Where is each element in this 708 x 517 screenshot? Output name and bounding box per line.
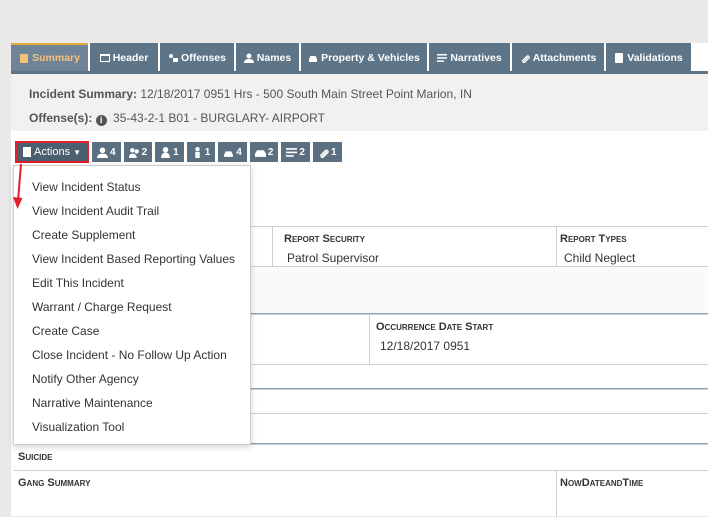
property-icon <box>224 150 234 157</box>
top-gray-area <box>0 0 708 43</box>
menu-item-warrant-request[interactable]: Warrant / Charge Request <box>32 300 172 314</box>
tab-property-label: Property & Vehicles <box>321 52 420 64</box>
divider <box>556 227 557 267</box>
annotation-arrow-icon <box>13 163 23 209</box>
menu-item-edit-incident[interactable]: Edit This Incident <box>32 276 124 290</box>
attachment-count-button[interactable]: 1 <box>312 142 342 162</box>
menu-item-view-ibr-values[interactable]: View Incident Based Reporting Values <box>32 252 235 266</box>
count-value: 1 <box>330 146 337 158</box>
count-value: 1 <box>204 146 211 158</box>
now-date-header: NowDateandTime <box>560 477 644 489</box>
tab-attachments[interactable]: Attachments <box>512 43 604 71</box>
users-count-button[interactable]: 2 <box>123 142 153 162</box>
tab-narratives-label: Narratives <box>450 52 502 64</box>
tab-validations[interactable]: Validations <box>606 43 691 71</box>
person-count-button[interactable]: 1 <box>155 142 184 162</box>
tab-header[interactable]: Header <box>90 43 158 71</box>
menu-item-view-audit-trail[interactable]: View Incident Audit Trail <box>32 204 159 218</box>
actions-dropdown-menu: View Incident Status View Incident Audit… <box>13 165 251 445</box>
incident-summary-label: Incident Summary: <box>29 87 138 101</box>
tab-offenses[interactable]: Offenses <box>160 43 234 71</box>
list-icon <box>286 147 298 157</box>
users-icon <box>128 147 139 158</box>
checklist-icon <box>615 53 624 63</box>
vehicle-count-button[interactable]: 2 <box>249 142 279 162</box>
menu-item-create-case[interactable]: Create Case <box>32 324 99 338</box>
report-types-value: Child Neglect <box>564 251 636 265</box>
incident-summary: Incident Summary: 12/18/2017 0951 Hrs - … <box>11 74 708 131</box>
count-value: 1 <box>173 146 179 158</box>
tab-header-label: Header <box>112 52 149 64</box>
user-icon <box>243 53 254 63</box>
offense-line: Offense(s): i 35-43-2-1 B01 - BURGLARY- … <box>29 111 325 126</box>
attachment-icon <box>319 149 329 158</box>
clipboard-icon <box>20 54 29 63</box>
tab-property-vehicles[interactable]: Property & Vehicles <box>301 43 427 71</box>
divider <box>556 471 557 517</box>
suicide-header: Suicide <box>18 451 53 463</box>
officer-icon <box>194 146 200 158</box>
incident-summary-value: 12/18/2017 0951 Hrs - 500 South Main Str… <box>140 87 472 101</box>
count-value: 2 <box>267 146 274 158</box>
person-icon <box>161 146 171 158</box>
menu-item-close-incident[interactable]: Close Incident - No Follow Up Action <box>32 348 227 362</box>
tab-bar: Summary Header Offenses Names Property &… <box>11 43 693 71</box>
occurrence-header: Occurrence Date Start <box>376 321 494 333</box>
occurrence-value: 12/18/2017 0951 <box>380 339 471 353</box>
menu-item-narrative-maintenance[interactable]: Narrative Maintenance <box>32 396 153 410</box>
count-value: 2 <box>299 146 305 158</box>
lines-icon <box>437 54 448 62</box>
tab-validations-label: Validations <box>627 52 683 64</box>
car-icon <box>309 56 318 62</box>
property-count-button[interactable]: 4 <box>218 142 247 162</box>
count-value: 4 <box>236 146 242 158</box>
menu-item-view-incident-status[interactable]: View Incident Status <box>32 180 141 194</box>
tab-narratives[interactable]: Narratives <box>429 43 510 71</box>
tab-names[interactable]: Names <box>236 43 299 71</box>
actions-button-label: Actions <box>34 146 71 158</box>
names-count-button[interactable]: 4 <box>92 142 121 162</box>
report-security-header: Report Security <box>284 233 366 245</box>
officer-count-button[interactable]: 1 <box>186 142 216 162</box>
tab-attachments-label: Attachments <box>532 52 597 64</box>
tab-summary-label: Summary <box>32 52 80 64</box>
list-count-button[interactable]: 2 <box>281 142 310 162</box>
document-icon <box>23 147 31 157</box>
incident-summary-line: Incident Summary: 12/18/2017 0951 Hrs - … <box>29 87 472 101</box>
tab-names-label: Names <box>256 52 292 64</box>
suicide-row: Suicide <box>14 444 708 471</box>
info-icon[interactable]: i <box>95 115 107 126</box>
report-security-value: Patrol Supervisor <box>287 251 380 265</box>
window-icon <box>99 54 110 62</box>
menu-item-visualization-tool[interactable]: Visualization Tool <box>32 420 124 434</box>
paperclip-icon <box>521 55 530 63</box>
caret-down-icon: ▼ <box>73 147 81 157</box>
vehicle-icon <box>254 149 266 157</box>
divider <box>272 227 273 267</box>
action-row: Actions ▼ 4 2 1 1 4 2 2 1 <box>15 141 342 163</box>
gang-summary-header: Gang Summary <box>18 477 91 489</box>
count-value: 2 <box>141 146 148 158</box>
offense-label: Offense(s): <box>29 111 93 125</box>
tab-summary[interactable]: Summary <box>11 43 88 71</box>
tab-offenses-label: Offenses <box>181 52 226 64</box>
divider <box>369 315 370 365</box>
menu-item-create-supplement[interactable]: Create Supplement <box>32 228 135 242</box>
menu-item-notify-agency[interactable]: Notify Other Agency <box>32 372 139 386</box>
count-value: 4 <box>110 146 116 158</box>
offense-value: 35-43-2-1 B01 - BURGLARY- AIRPORT <box>113 111 325 125</box>
user-icon <box>97 147 108 158</box>
actions-button[interactable]: Actions ▼ <box>15 141 89 163</box>
offenses-icon <box>169 54 179 62</box>
report-types-header: Report Types <box>560 233 627 245</box>
gang-row: Gang Summary NowDateandTime <box>14 470 708 517</box>
